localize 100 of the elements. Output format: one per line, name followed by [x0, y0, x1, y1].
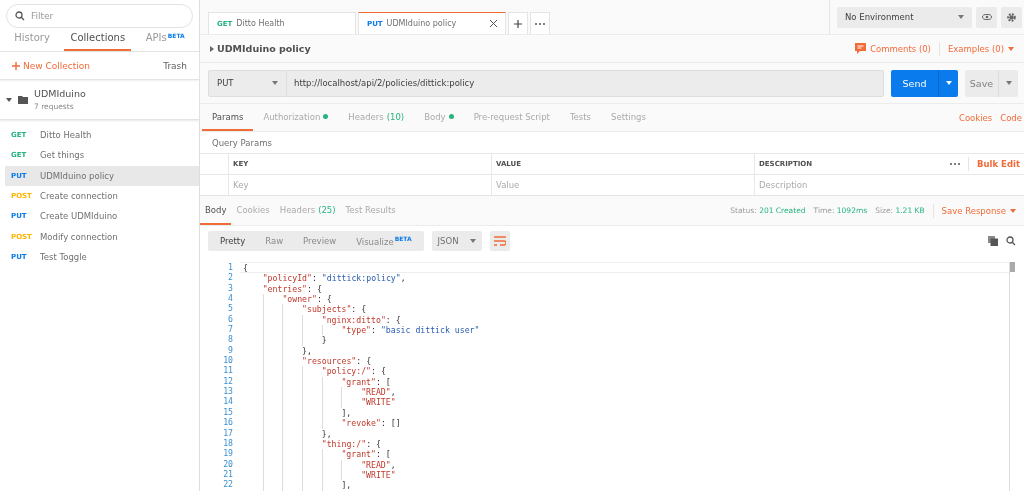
- code-token: :: [371, 325, 377, 336]
- code-token: "entries": [262, 283, 308, 295]
- response-tab[interactable]: Cookies: [231, 196, 275, 225]
- url-field[interactable]: http://localhost/api/2/policies/dittick:policy: [287, 69, 884, 97]
- request-name: Create connection: [40, 191, 118, 202]
- more-icon: [535, 22, 545, 25]
- line-number: 18: [223, 437, 233, 449]
- send-menu-button[interactable]: [938, 69, 958, 97]
- format-tab[interactable]: Visualize$^{BETA}$: [346, 231, 422, 251]
- code-token: "nginx:ditto": [321, 314, 386, 326]
- code-token: :: [312, 273, 318, 284]
- response-tab[interactable]: Headers (25): [274, 196, 341, 225]
- caret-icon: [272, 81, 278, 85]
- code-token: ,: [390, 387, 396, 398]
- code-token: "READ": [361, 387, 391, 398]
- line-number: 16: [223, 417, 233, 428]
- format-tab[interactable]: Raw: [255, 231, 294, 251]
- examples-dropdown[interactable]: Examples (0): [947, 43, 1014, 54]
- sidebar-tab[interactable]: Collections: [64, 30, 132, 51]
- request-section-tab[interactable]: Headers (10): [338, 104, 415, 131]
- request-section-tab[interactable]: Tests: [559, 104, 602, 131]
- eye-button[interactable]: [976, 6, 997, 28]
- response-tab[interactable]: Test Results: [340, 196, 401, 225]
- code-token: "grant": [341, 449, 376, 460]
- request-section-tab[interactable]: Settings: [601, 104, 656, 131]
- save-button[interactable]: Save: [965, 69, 998, 97]
- code-token: : {: [366, 438, 381, 450]
- request-name: Get things: [40, 150, 85, 161]
- count-label: (10): [386, 111, 405, 122]
- send-button[interactable]: Send: [891, 69, 938, 97]
- wrap-icon: [493, 236, 506, 246]
- sidebar-tab[interactable]: APIs$^{BETA}$: [139, 30, 191, 51]
- request-name: Create UDMIduino: [40, 211, 118, 222]
- trash-button[interactable]: Trash: [163, 60, 187, 71]
- code-token: "revoke": [341, 418, 381, 429]
- line-number: 10: [223, 355, 233, 366]
- caret-icon: [1008, 46, 1014, 51]
- param-field[interactable]: Description: [754, 174, 1024, 195]
- caret-icon: [1005, 81, 1012, 85]
- filter-field[interactable]: Filter: [6, 4, 193, 28]
- caret-icon[interactable]: [6, 96, 12, 103]
- request-section-tab[interactable]: Body: [414, 104, 464, 131]
- header-link[interactable]: Cookies: [958, 112, 993, 123]
- code-token: : {: [307, 283, 322, 295]
- line-number: 11: [223, 365, 233, 376]
- header-link[interactable]: Code: [1000, 112, 1022, 123]
- tab-title: UDMIduino policy: [386, 19, 458, 28]
- line-number: 6: [228, 313, 233, 325]
- comments-link[interactable]: Comments (0): [855, 43, 931, 54]
- code-token: : {: [385, 314, 401, 326]
- plus-icon: [12, 61, 20, 70]
- count-label: (25): [318, 204, 336, 215]
- param-field[interactable]: Key: [228, 174, 491, 195]
- request-section-tab[interactable]: Authorization: [253, 104, 339, 131]
- save-response-dropdown[interactable]: Save Response: [941, 205, 1016, 216]
- caret-icon[interactable]: [210, 45, 214, 52]
- param-field[interactable]: Value: [491, 174, 754, 195]
- code-token: "WRITE": [361, 469, 396, 481]
- code-token: "type": [341, 325, 371, 336]
- code-token: "READ": [361, 459, 391, 470]
- request-section-tab[interactable]: Pre-request Script: [463, 104, 560, 131]
- code-token: : []: [380, 418, 401, 429]
- request-name: Modify connection: [40, 231, 118, 242]
- plus-icon: [514, 19, 522, 28]
- scrollbar[interactable]: [1009, 262, 1014, 491]
- line-number: 12: [223, 375, 233, 387]
- method-dropdown[interactable]: PUT: [208, 69, 287, 97]
- code-token: : {: [371, 366, 386, 377]
- line-number: 9: [228, 344, 233, 356]
- copy-icon[interactable]: [988, 236, 998, 246]
- more-button[interactable]: [530, 12, 550, 34]
- bulk-edit-link[interactable]: Bulk Edit: [977, 159, 1020, 169]
- language-dropdown[interactable]: JSON: [431, 231, 482, 251]
- line-number: 4: [228, 293, 233, 304]
- line-number: 14: [223, 396, 233, 407]
- request-title: UDMIduino policy: [217, 43, 311, 54]
- caret-icon: [958, 15, 964, 19]
- new-tab-button[interactable]: [508, 12, 528, 34]
- line-number: 5: [228, 303, 233, 314]
- request-name: Test Toggle: [40, 251, 87, 262]
- code-token: "policy:/": [321, 366, 372, 377]
- line-number: 2: [228, 272, 233, 283]
- code-token: "thing:/": [321, 438, 367, 450]
- format-tab[interactable]: Pretty: [210, 231, 256, 251]
- folder-icon: [18, 95, 28, 104]
- search-icon[interactable]: [1006, 236, 1016, 246]
- code-token: "basic dittick user": [380, 325, 480, 336]
- sidebar-tab[interactable]: History: [8, 30, 56, 51]
- settings-button[interactable]: [1001, 6, 1022, 28]
- section-title: Query Params: [200, 132, 1024, 153]
- environment-dropdown[interactable]: No Environment: [837, 6, 972, 28]
- settings-icon: [1006, 11, 1017, 23]
- code-token: "dittick:policy": [321, 273, 401, 284]
- line-number: 20: [223, 458, 233, 469]
- format-tab[interactable]: Preview: [293, 231, 347, 251]
- collection-name[interactable]: UDMIduino: [34, 88, 86, 99]
- close-icon[interactable]: [490, 20, 497, 27]
- line-number: 21: [223, 468, 233, 480]
- new-collection-button[interactable]: New Collection: [12, 60, 90, 71]
- code-token: : {: [356, 356, 372, 367]
